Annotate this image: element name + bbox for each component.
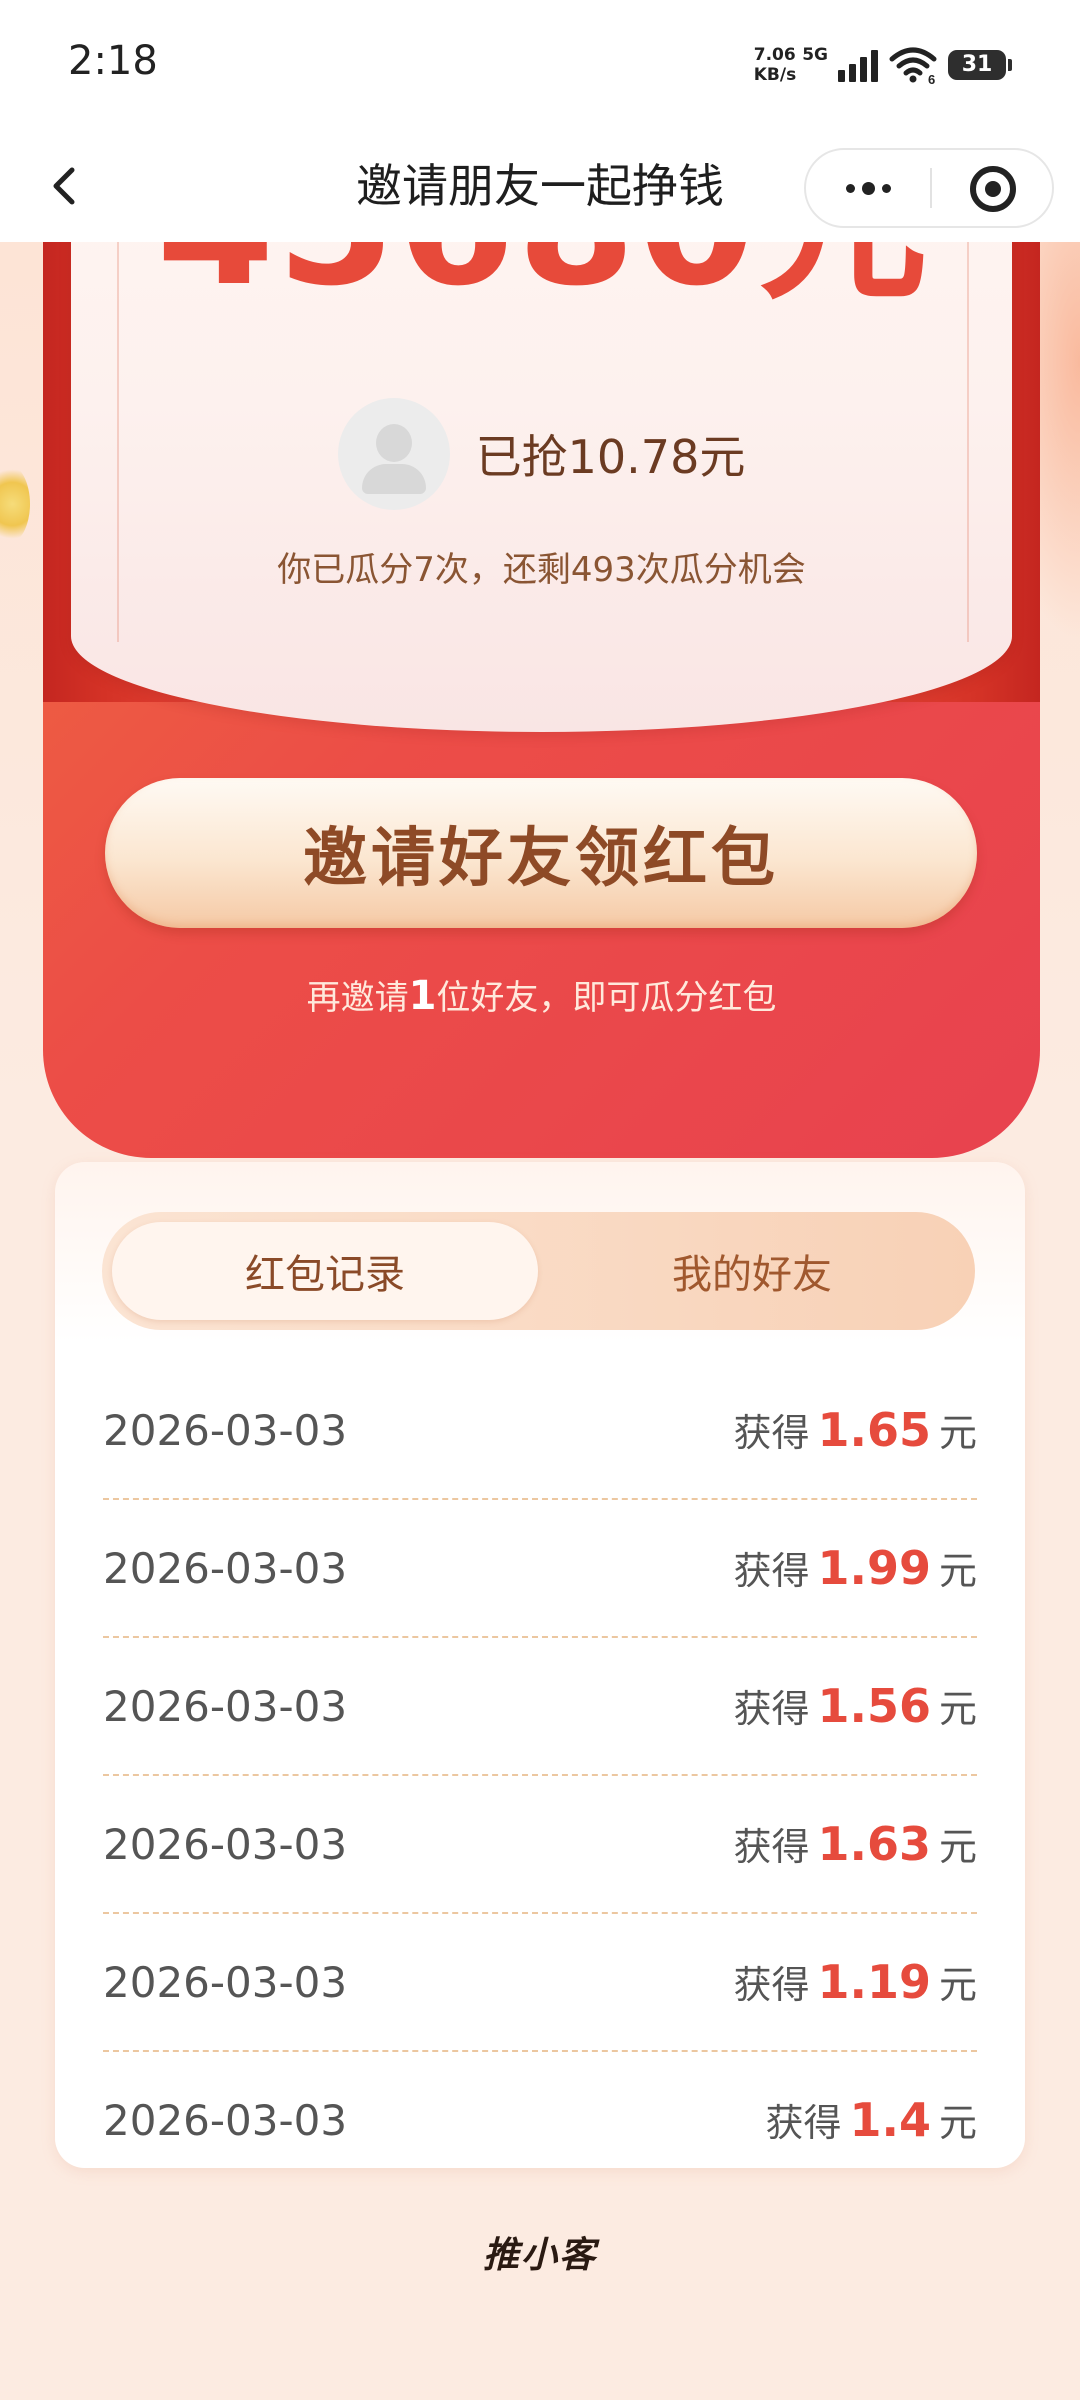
record-date: 2026-03-03 bbox=[103, 1406, 348, 1455]
network-speed: 7.06 KB/s bbox=[754, 45, 796, 85]
invite-hint-prefix: 再邀请 bbox=[306, 978, 409, 1018]
record-amount: 获得 1.65 元 bbox=[733, 1402, 977, 1457]
record-prefix: 获得 bbox=[733, 1549, 810, 1593]
tab-red-packet-records[interactable]: 红包记录 bbox=[112, 1222, 538, 1320]
battery-icon: 31 bbox=[948, 50, 1012, 80]
record-prefix: 获得 bbox=[733, 1963, 810, 2007]
more-button[interactable] bbox=[806, 150, 930, 226]
record-unit: 元 bbox=[938, 1411, 977, 1455]
grabbed-amount: 已抢10.78元 bbox=[475, 430, 746, 484]
avatar-head bbox=[375, 424, 412, 462]
record-prefix: 获得 bbox=[733, 1825, 810, 1869]
avatar-body bbox=[361, 464, 426, 494]
record-date: 2026-03-03 bbox=[103, 2096, 348, 2145]
tab-bar: 红包记录 我的好友 bbox=[102, 1212, 975, 1330]
record-date: 2026-03-03 bbox=[103, 1820, 348, 1869]
records-card: 红包记录 我的好友 2026-03-03 获得 1.65 元 2026-03-03 … bbox=[55, 1162, 1025, 2168]
wifi-icon: 6 bbox=[889, 47, 937, 85]
record-value: 1.4 bbox=[849, 2093, 931, 2147]
invite-friends-button[interactable]: 邀请好友领红包 bbox=[105, 778, 977, 928]
record-row: 2026-03-03 获得 1.65 元 bbox=[103, 1362, 977, 1500]
more-dot-icon bbox=[881, 183, 891, 193]
record-amount: 获得 1.56 元 bbox=[733, 1678, 977, 1733]
prize-pool-amount: 45680元 bbox=[119, 242, 967, 310]
record-value: 1.99 bbox=[817, 1541, 931, 1595]
record-prefix: 获得 bbox=[765, 2101, 842, 2145]
record-amount: 获得 1.63 元 bbox=[733, 1816, 977, 1871]
mini-program-capsule bbox=[804, 148, 1054, 228]
record-prefix: 获得 bbox=[733, 1411, 810, 1455]
brand-logo: 推小客 bbox=[482, 2235, 597, 2276]
tab-my-friends[interactable]: 我的好友 bbox=[539, 1222, 965, 1320]
record-amount: 获得 1.4 元 bbox=[765, 2092, 977, 2147]
record-unit: 元 bbox=[938, 1963, 977, 2007]
record-unit: 元 bbox=[938, 1549, 977, 1593]
record-value: 1.63 bbox=[817, 1817, 931, 1871]
record-amount: 获得 1.19 元 bbox=[733, 1954, 977, 2009]
invite-button-label: 邀请好友领红包 bbox=[303, 822, 779, 896]
record-list: 2026-03-03 获得 1.65 元 2026-03-03 获得 1.99 元 20… bbox=[103, 1362, 977, 2188]
invite-hint-suffix: 位好友，即可瓜分红包 bbox=[436, 978, 777, 1018]
network-speed-unit: KB/s bbox=[753, 65, 797, 85]
record-unit: 元 bbox=[938, 2101, 977, 2145]
record-value: 1.19 bbox=[817, 1955, 931, 2009]
record-unit: 元 bbox=[938, 1825, 977, 1869]
record-prefix: 获得 bbox=[733, 1687, 810, 1731]
record-value: 1.65 bbox=[817, 1403, 931, 1457]
network-speed-value: 7.06 bbox=[753, 45, 796, 65]
share-count-note: 你已瓜分7次，还剩493次瓜分机会 bbox=[277, 550, 806, 590]
record-row: 2026-03-03 获得 1.56 元 bbox=[103, 1638, 977, 1776]
more-dot-icon bbox=[861, 181, 875, 195]
record-date: 2026-03-03 bbox=[103, 1958, 348, 2007]
record-row: 2026-03-03 获得 1.63 元 bbox=[103, 1776, 977, 1914]
wifi-badge: 6 bbox=[928, 72, 935, 85]
network-type: 5G bbox=[802, 45, 828, 65]
main-content[interactable]: 45680元 已抢10.78元 你已瓜分7次，还剩493次瓜分机会 邀请好友领红… bbox=[0, 242, 1080, 2400]
close-target-icon[interactable] bbox=[970, 166, 1016, 212]
avatar bbox=[337, 398, 450, 510]
grabbed-row: 已抢10.78元 bbox=[43, 398, 1040, 510]
more-dot-icon bbox=[845, 183, 855, 193]
invite-hint: 再邀请1位好友，即可瓜分红包 bbox=[43, 970, 1040, 1019]
record-row: 2026-03-03 获得 1.99 元 bbox=[103, 1500, 977, 1638]
invite-hint-count: 1 bbox=[408, 973, 437, 1019]
record-unit: 元 bbox=[938, 1687, 977, 1731]
record-date: 2026-03-03 bbox=[103, 1544, 348, 1593]
record-row: 2026-03-03 获得 1.19 元 bbox=[103, 1914, 977, 2052]
nav-bar: 邀请朋友一起挣钱 bbox=[0, 130, 1080, 242]
red-packet-card: 45680元 已抢10.78元 你已瓜分7次，还剩493次瓜分机会 邀请好友领红… bbox=[43, 242, 1040, 1158]
status-bar: 2:18 7.06 KB/s 5G 6 31 bbox=[0, 0, 1080, 130]
status-indicators: 7.06 KB/s 5G 6 31 bbox=[754, 40, 1012, 90]
status-time: 2:18 bbox=[68, 38, 158, 84]
gold-coin-decoration bbox=[0, 464, 30, 544]
record-value: 1.56 bbox=[817, 1679, 931, 1733]
capsule-divider bbox=[930, 168, 932, 208]
signal-icon bbox=[838, 48, 878, 82]
record-amount: 获得 1.99 元 bbox=[733, 1540, 977, 1595]
record-date: 2026-03-03 bbox=[103, 1682, 348, 1731]
record-row: 2026-03-03 获得 1.4 元 bbox=[103, 2052, 977, 2188]
